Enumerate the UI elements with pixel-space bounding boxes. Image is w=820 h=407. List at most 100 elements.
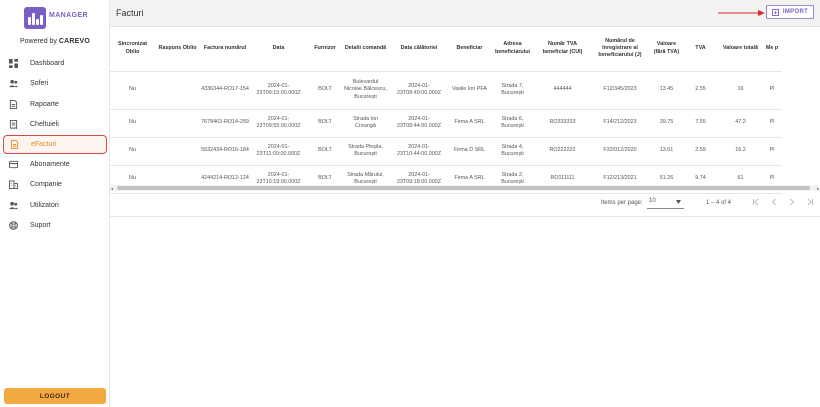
table-cell: BOLT [307, 71, 343, 110]
table-cell: BOLT [307, 109, 343, 138]
invoice-icon [9, 140, 19, 150]
table-cell: 2024-01-23T08:49:00.000Z [388, 71, 450, 110]
table-cell: RO222222 [536, 137, 589, 166]
support-icon [8, 221, 18, 231]
subscription-icon [8, 159, 18, 169]
import-button[interactable]: IMPORT [766, 5, 814, 19]
powered-by-prefix: Powered by [19, 38, 57, 45]
logo-text: MANAGER [49, 12, 88, 19]
table-cell: 13.45 [651, 71, 682, 110]
sidebar-item-label: Abonamente [30, 160, 70, 168]
logo: MANAGER [24, 7, 88, 31]
sidebar-item-label: Dashboard [30, 59, 65, 67]
import-button-label: IMPORT [782, 9, 809, 15]
people-icon [8, 79, 18, 89]
table-cell: F32/012/2020 [589, 137, 651, 166]
table-cell [155, 109, 200, 138]
table-row[interactable]: Nu 5532434-RO16-184 2024-01-23T11:09:00.… [110, 137, 782, 166]
table-cell: 5532434-RO16-184 [200, 137, 250, 166]
column-header[interactable]: Raspuns Oblio [155, 27, 200, 72]
table-cell: Strada Ion Creangă [343, 109, 388, 138]
sidebar-item-suport[interactable]: Suport [0, 216, 110, 237]
table-row[interactable]: Nu 4336344-RO17-154 2024-01-23T09:15:00.… [110, 71, 782, 110]
table-cell [155, 71, 200, 110]
column-header[interactable]: Beneficiar [450, 27, 489, 72]
column-header[interactable]: Me p [762, 27, 782, 72]
table-cell: Bulevardul Nicolae Bălcescu, București [343, 71, 388, 110]
table-cell: 7678463-RO14-259 [200, 109, 250, 138]
column-header[interactable]: Valoare (fără TVA) [651, 27, 682, 72]
table-cell: 2024-01-23T11:09:00.000Z [250, 137, 307, 166]
sidebar-item-abonamente[interactable]: Abonamente [0, 154, 110, 175]
table-cell: F12/345/2023 [589, 71, 651, 110]
table-cell: Vasile Ion PFA [450, 71, 489, 110]
sidebar-item-utilizatori[interactable]: Utilizatori [0, 195, 110, 216]
sidebar: MANAGER Powered by CAREVO Dashboard Șofe… [0, 0, 110, 407]
column-header[interactable]: TVA [682, 27, 719, 72]
table-cell: 2024-01-23T09:55:00.000Z [250, 109, 307, 138]
previous-page-icon[interactable] [770, 198, 778, 206]
import-icon [771, 8, 779, 16]
main-content: Facturi IMPORT Sincronizat Oblio Raspuns [110, 0, 820, 407]
table-cell: Pl [762, 71, 782, 110]
next-page-icon[interactable] [788, 198, 796, 206]
dashboard-icon [8, 58, 18, 68]
table-cell: 7.55 [682, 109, 719, 138]
table-cell: Strada 7, București [489, 71, 536, 110]
table-cell: F14/212/2023 [589, 109, 651, 138]
table-body: Nu 4336344-RO17-154 2024-01-23T09:15:00.… [110, 71, 782, 194]
rows-per-page-value: 10 [649, 198, 656, 204]
column-header[interactable]: Data călătoriei [388, 27, 450, 72]
sidebar-item-cheltuieli[interactable]: Cheltuieli [0, 115, 110, 136]
column-header[interactable]: Sincronizat Oblio [110, 27, 155, 72]
table-cell: 2.55 [682, 71, 719, 110]
table-cell: 39.75 [651, 109, 682, 138]
column-header[interactable]: Data [250, 27, 307, 72]
table-cell: Strada 4, București [489, 137, 536, 166]
sidebar-item-label: Suport [30, 222, 51, 230]
receipt-icon [8, 120, 18, 130]
sidebar-item-rapoarte[interactable]: Rapoarte [0, 94, 110, 115]
sidebar-item-companie[interactable]: Companie [0, 175, 110, 196]
column-header[interactable]: Număr TVA beneficiar (CUI) [536, 27, 589, 72]
column-header[interactable]: Numărul de înregistrare al beneficiarulu… [589, 27, 651, 72]
sidebar-item-soferi[interactable]: Șoferi [0, 74, 110, 95]
sidebar-nav: Dashboard Șoferi Rapoarte Cheltuieli eFa… [0, 53, 110, 236]
column-header[interactable]: Adresa beneficiarului [489, 27, 536, 72]
table-cell: 2024-01-23T10:44:00.000Z [388, 137, 450, 166]
table-header-row: Sincronizat Oblio Raspuns Oblio Factura … [110, 27, 782, 72]
table-cell: BOLT [307, 137, 343, 166]
table-row[interactable]: Nu 7678463-RO14-259 2024-01-23T09:55:00.… [110, 109, 782, 138]
logout-button[interactable]: LOGOUT [4, 388, 106, 404]
table-cell: 2024-01-23T09:15:00.000Z [250, 71, 307, 110]
table-cell: Nu [110, 137, 155, 166]
table-cell: RO333333 [536, 109, 589, 138]
table-cell: 2.59 [682, 137, 719, 166]
table-cell: 13.61 [651, 137, 682, 166]
first-page-icon[interactable] [752, 198, 760, 206]
powered-by: Powered by CAREVO [0, 38, 110, 45]
rows-per-page-select[interactable]: 10 [647, 195, 684, 209]
column-header[interactable]: Detalii comandă [343, 27, 388, 72]
table-cell: 47.2 [719, 109, 762, 138]
scrollbar-thumb[interactable] [117, 186, 810, 190]
column-header[interactable]: Furnizor [307, 27, 343, 72]
table-cell: 4336344-RO17-154 [200, 71, 250, 110]
table-cell: 444444 [536, 71, 589, 110]
column-header[interactable]: Valoare totală [719, 27, 762, 72]
report-icon [8, 99, 18, 109]
column-header[interactable]: Factura numărul [200, 27, 250, 72]
pagination-range: 1 – 4 of 4 [706, 200, 732, 206]
table-cell: Nu [110, 71, 155, 110]
table-cell: Pl [762, 109, 782, 138]
last-page-icon[interactable] [806, 198, 814, 206]
table-cell [155, 137, 200, 166]
sidebar-item-efacturi[interactable]: eFacturi [3, 135, 107, 154]
sidebar-item-label: Utilizatori [30, 201, 59, 209]
table-cell: Nu [110, 109, 155, 138]
rows-per-page-label: Items per page: [601, 200, 643, 206]
sidebar-item-label: Companie [30, 181, 62, 189]
sidebar-item-label: Șoferi [30, 80, 49, 88]
sidebar-item-dashboard[interactable]: Dashboard [0, 53, 110, 74]
company-icon [8, 180, 18, 190]
